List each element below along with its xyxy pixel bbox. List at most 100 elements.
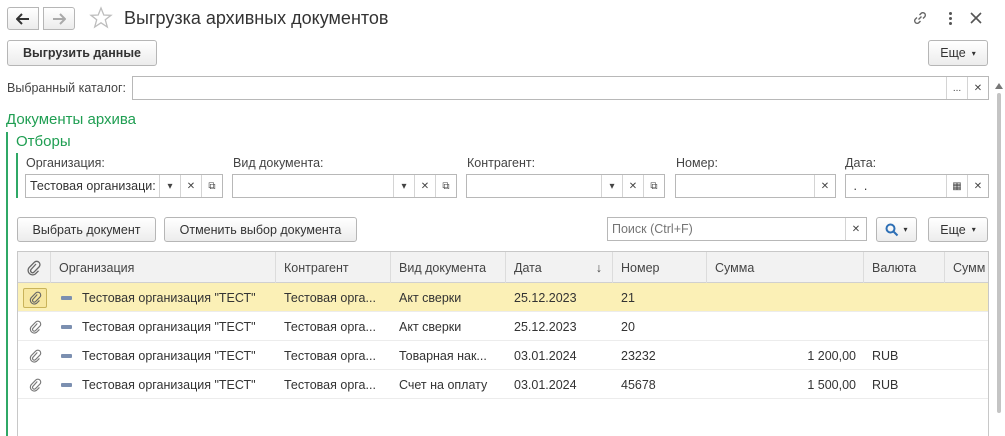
header-date[interactable]: Дата ↓ <box>506 252 613 283</box>
table-header: Организация Контрагент Вид документа Дат… <box>18 252 988 283</box>
search-clear-icon[interactable]: ✕ <box>845 218 866 240</box>
cell-date: 25.12.2023 <box>514 319 577 334</box>
header-number[interactable]: Номер <box>613 252 707 283</box>
doc-type-label: Вид документа: <box>233 156 324 170</box>
organization-value: Тестовая организаци: <box>30 179 156 193</box>
doc-type-clear-icon[interactable]: ✕ <box>414 175 435 197</box>
cell-currency <box>864 312 945 341</box>
filters-title: Отборы <box>16 133 71 150</box>
table-row[interactable]: Тестовая организация "ТЕСТ" Тестовая орг… <box>18 370 988 399</box>
header-currency[interactable]: Валюта <box>864 252 945 283</box>
date-field[interactable]: . . ▦ ✕ <box>845 174 989 198</box>
arrow-right-icon <box>53 12 66 25</box>
catalog-clear-icon[interactable]: ✕ <box>967 77 988 99</box>
paperclip-icon <box>27 260 41 276</box>
organization-clear-icon[interactable]: ✕ <box>180 175 201 197</box>
section-line <box>6 132 8 436</box>
header-organization[interactable]: Организация <box>51 252 276 283</box>
favorite-star-icon[interactable] <box>89 6 113 30</box>
cell-date: 03.01.2024 <box>514 377 577 392</box>
cancel-select-button[interactable]: Отменить выбор документа <box>164 217 357 242</box>
cell-doc-type: Акт сверки <box>399 290 462 305</box>
header-attachment[interactable] <box>18 252 51 283</box>
date-label: Дата: <box>845 156 877 170</box>
number-clear-icon[interactable]: ✕ <box>814 175 835 197</box>
number-field[interactable]: ✕ <box>675 174 836 198</box>
list-more-button[interactable]: Еще ▾ <box>928 217 988 242</box>
back-button[interactable] <box>7 7 39 30</box>
counterparty-field[interactable]: ▾ ✕ ⧉ <box>466 174 665 198</box>
calendar-icon[interactable]: ▦ <box>946 175 967 197</box>
organization-field[interactable]: Тестовая организаци: ▾ ✕ ⧉ <box>25 174 223 198</box>
table-row[interactable]: Тестовая организация "ТЕСТ" Тестовая орг… <box>18 312 988 341</box>
catalog-field[interactable]: ... ✕ <box>132 76 989 100</box>
cell-sum: 1 200,00 <box>807 348 856 363</box>
counterparty-open-icon[interactable]: ⧉ <box>643 175 664 197</box>
organization-text: Тестовая организация "ТЕСТ" <box>82 348 256 363</box>
search-icon <box>885 223 899 236</box>
more-vert-icon[interactable] <box>943 8 957 28</box>
cell-number: 45678 <box>621 377 656 392</box>
documents-table[interactable]: Организация Контрагент Вид документа Дат… <box>17 251 989 436</box>
cell-organization: Тестовая организация "ТЕСТ" <box>51 341 276 370</box>
attachment-cell[interactable] <box>22 283 48 312</box>
unload-data-button[interactable]: Выгрузить данные <box>7 40 157 66</box>
select-document-button[interactable]: Выбрать документ <box>17 217 156 242</box>
cell-doc-type: Товарная нак... <box>399 348 487 363</box>
cell-number: 20 <box>621 319 635 334</box>
attachment-cell[interactable] <box>22 370 48 399</box>
scroll-thumb[interactable] <box>996 93 1001 413</box>
search-field[interactable]: ✕ <box>607 217 867 241</box>
document-icon <box>61 324 72 329</box>
counterparty-label: Контрагент: <box>467 156 536 170</box>
search-button[interactable]: ▾ <box>876 217 917 242</box>
attachment-cell[interactable] <box>22 312 48 341</box>
table-row[interactable]: Тестовая организация "ТЕСТ" Тестовая орг… <box>18 283 988 312</box>
counterparty-value <box>467 175 601 197</box>
dropdown-arrow-icon: ▾ <box>971 225 976 234</box>
more-menu-button[interactable]: Еще ▾ <box>928 40 988 66</box>
scroll-up-icon[interactable] <box>994 83 1003 89</box>
organization-open-icon[interactable]: ⧉ <box>201 175 222 197</box>
cell-organization: Тестовая организация "ТЕСТ" <box>51 312 276 341</box>
forward-button[interactable] <box>43 7 75 30</box>
document-icon <box>61 353 72 358</box>
cell-date: 25.12.2023 <box>514 290 577 305</box>
counterparty-dropdown-icon[interactable]: ▾ <box>601 175 622 197</box>
organization-dropdown-icon[interactable]: ▾ <box>159 175 180 197</box>
doc-type-open-icon[interactable]: ⧉ <box>435 175 456 197</box>
header-date-label: Дата <box>514 260 542 275</box>
header-counterparty[interactable]: Контрагент <box>276 252 391 283</box>
list-more-label: Еще <box>940 222 966 237</box>
cell-sum <box>707 283 864 312</box>
cell-currency <box>864 283 945 312</box>
doc-type-field[interactable]: ▾ ✕ ⧉ <box>232 174 457 198</box>
dropdown-arrow-icon: ▾ <box>903 225 908 234</box>
scrollbar[interactable] <box>994 80 1003 436</box>
cell-date: 03.01.2024 <box>514 348 577 363</box>
table-row[interactable]: Тестовая организация "ТЕСТ" Тестовая орг… <box>18 341 988 370</box>
date-clear-icon[interactable]: ✕ <box>967 175 988 197</box>
filters-line <box>16 153 18 198</box>
header-sum-2[interactable]: Сумм <box>945 252 988 283</box>
header-sum[interactable]: Сумма <box>707 252 864 283</box>
catalog-value <box>133 77 946 99</box>
counterparty-clear-icon[interactable]: ✕ <box>622 175 643 197</box>
doc-type-dropdown-icon[interactable]: ▾ <box>393 175 414 197</box>
organization-text: Тестовая организация "ТЕСТ" <box>82 290 256 305</box>
paperclip-icon <box>29 291 41 305</box>
attachment-cell[interactable] <box>22 341 48 370</box>
organization-label: Организация: <box>26 156 105 170</box>
cell-counterparty: Тестовая орга... <box>284 348 376 363</box>
window-title: Выгрузка архивных документов <box>124 8 389 28</box>
cell-number: 23232 <box>621 348 656 363</box>
search-input[interactable] <box>608 218 845 240</box>
cell-sum <box>707 312 864 341</box>
paperclip-icon <box>29 349 41 363</box>
paperclip-icon <box>29 378 41 392</box>
catalog-select-button[interactable]: ... <box>946 77 967 99</box>
header-doc-type[interactable]: Вид документа <box>391 252 506 283</box>
more-label: Еще <box>940 46 966 60</box>
link-icon[interactable] <box>911 9 929 27</box>
close-icon[interactable] <box>966 8 986 28</box>
